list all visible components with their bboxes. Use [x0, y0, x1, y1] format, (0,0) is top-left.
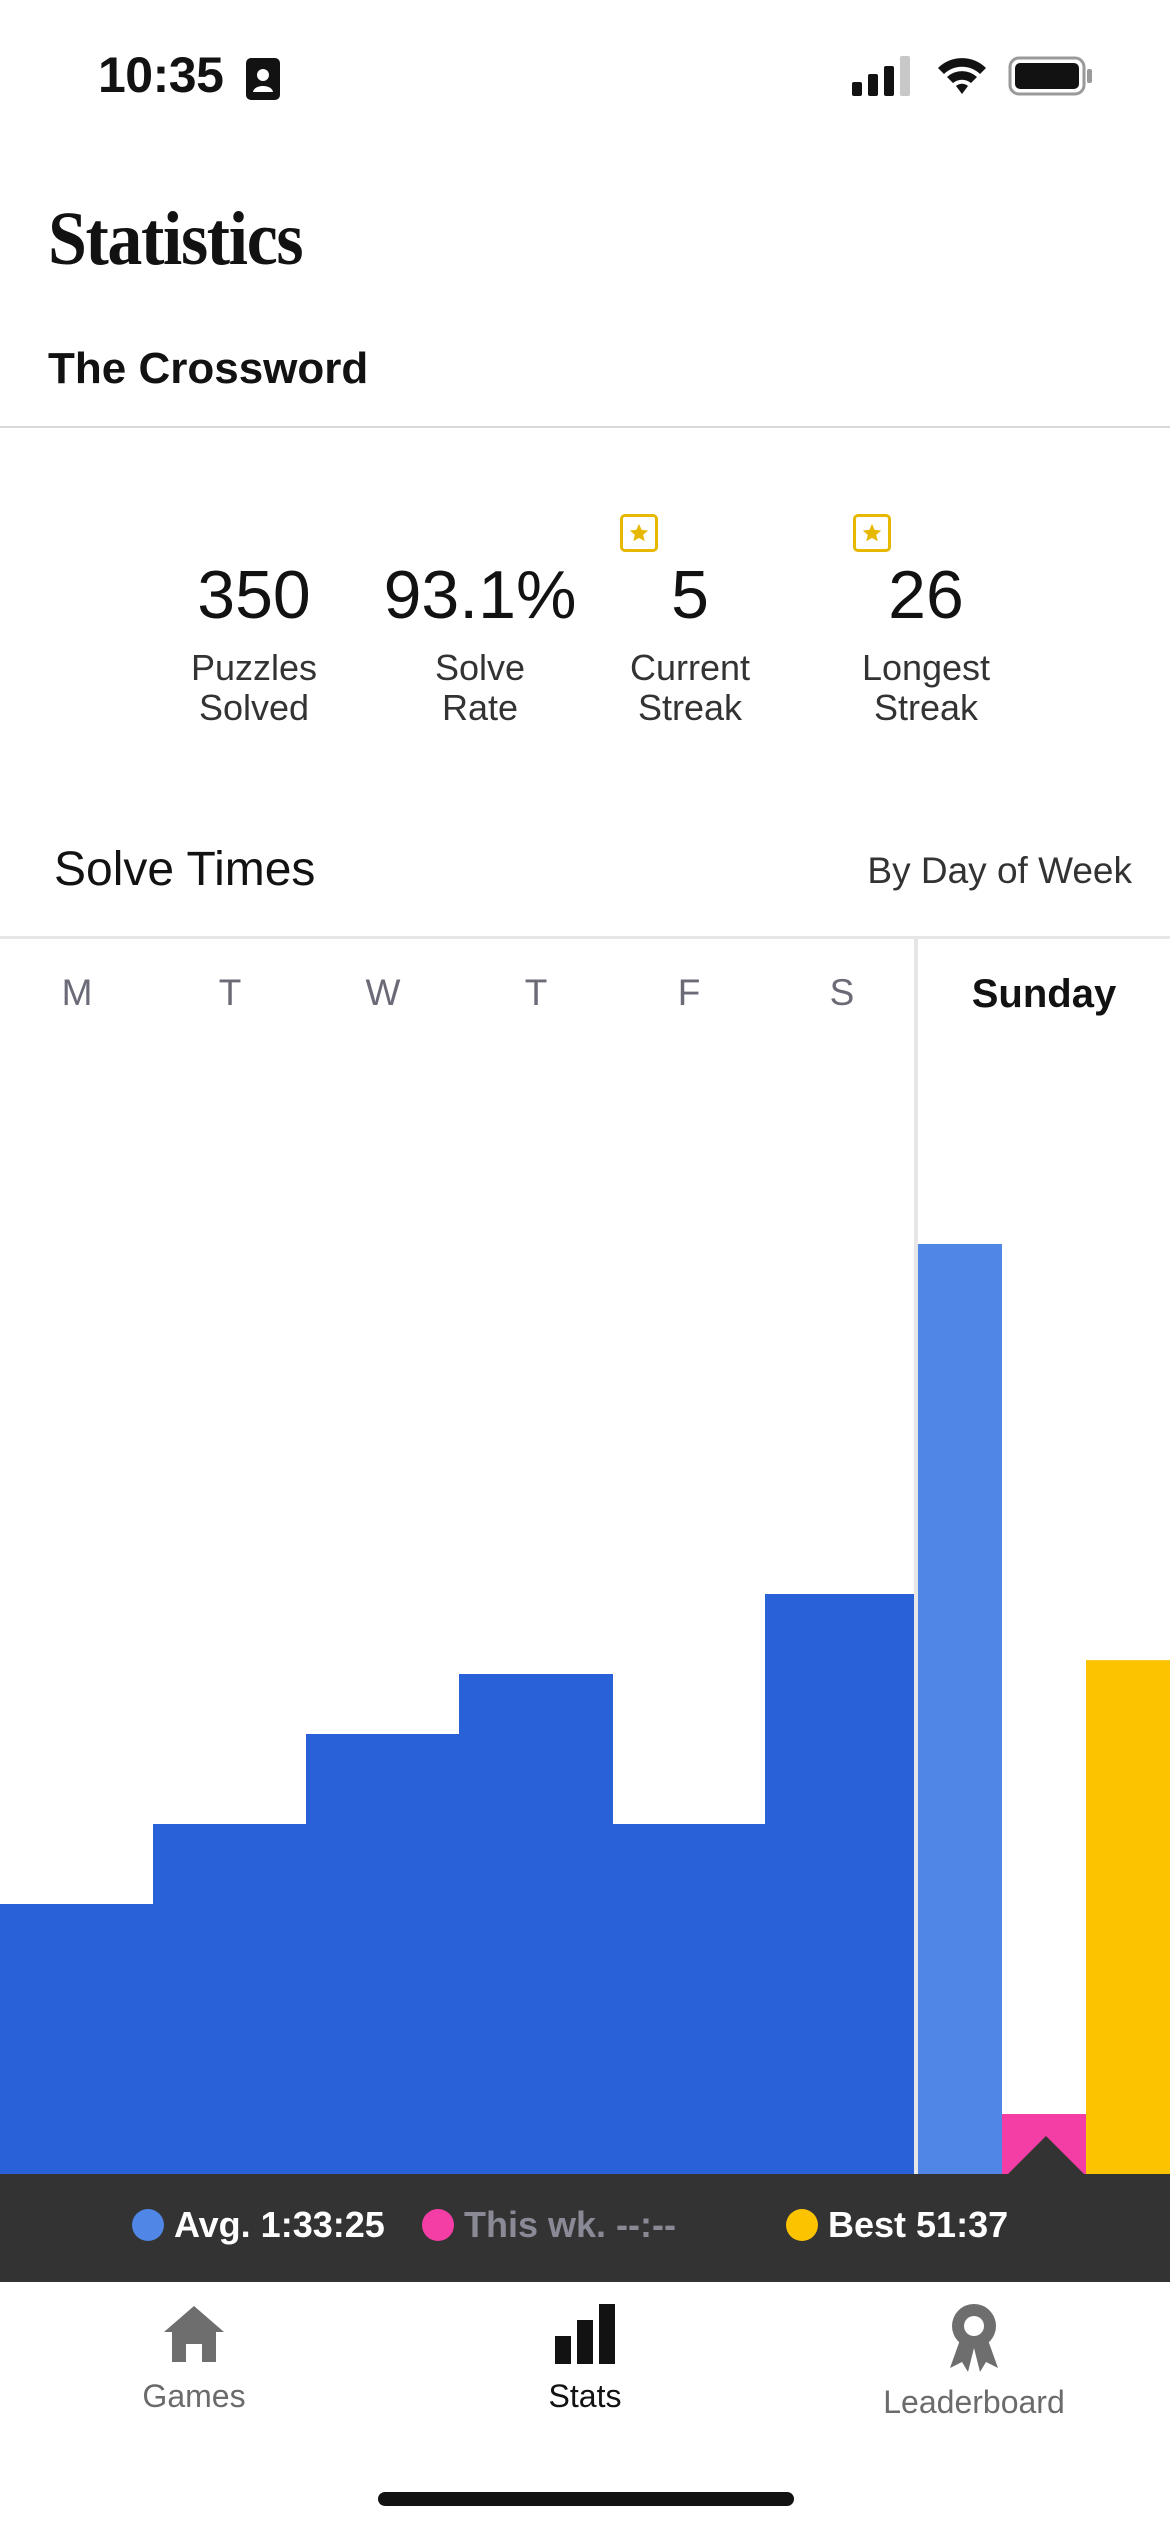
stat-current-streak: 5 Current Streak: [590, 560, 790, 728]
wifi-icon: [938, 58, 986, 94]
cellular-signal-icon: [852, 56, 910, 96]
status-time: 10:35: [98, 47, 224, 103]
tab-label: Stats: [548, 2378, 622, 2414]
legend-avg-label: Avg. 1:33:25: [174, 2204, 385, 2245]
selected-day-divider: [914, 936, 918, 2176]
game-name: The Crossword: [48, 344, 369, 393]
tab-label: Leaderboard: [883, 2384, 1065, 2420]
tab-label: Games: [142, 2378, 246, 2414]
bar-chart-icon: [555, 2304, 615, 2364]
bar-sunday-best: [1086, 1660, 1170, 2174]
legend-dot: [422, 2209, 454, 2241]
status-bar: 10:35: [0, 0, 1170, 150]
legend-this-week: This wk. --:--: [422, 2204, 676, 2246]
bar-sunday-avg: [918, 1244, 1002, 2174]
bar-w-2: [306, 1734, 460, 2174]
solve-times-filter[interactable]: By Day of Week: [867, 850, 1132, 892]
stat-label: Solve: [434, 647, 526, 688]
stat-label: Rate: [441, 687, 519, 728]
legend-best: Best 51:37: [786, 2204, 1008, 2246]
stat-value: 93.1%: [383, 557, 577, 633]
home-icon: [164, 2306, 224, 2362]
bar-f-4: [612, 1824, 766, 2174]
legend-best-label: Best 51:37: [828, 2204, 1009, 2245]
stat-puzzles-solved: 350 Puzzles Solved: [154, 560, 354, 728]
stat-value: 5: [671, 557, 709, 633]
solve-times-title: Solve Times: [54, 843, 316, 896]
solve-times-chart: [0, 1244, 1170, 2174]
star-icon: [853, 514, 891, 552]
contact-card-icon: [246, 58, 280, 100]
bar-m-0: [0, 1904, 154, 2174]
battery-icon: [1008, 56, 1092, 96]
stat-solve-rate: 93.1% Solve Rate: [380, 560, 580, 728]
bar-t-1: [153, 1824, 307, 2174]
bar-s-5: [765, 1594, 919, 2174]
home-indicator: [378, 2492, 794, 2506]
divider: [0, 426, 1170, 428]
selected-day-pointer: [1006, 2136, 1086, 2176]
page-title: Statistics: [48, 197, 304, 281]
stat-value: 26: [888, 557, 964, 633]
stat-label: Current: [629, 647, 751, 688]
star-icon: [620, 514, 658, 552]
bar-t-3: [459, 1674, 613, 2174]
stat-longest-streak: 26 Longest Streak: [826, 560, 1026, 728]
stat-value: 350: [197, 557, 311, 633]
ribbon-award-icon: [950, 2304, 998, 2372]
tab-leaderboard[interactable]: Leaderboard: [824, 2302, 1124, 2421]
stat-label: Solved: [198, 687, 310, 728]
stat-label: Longest: [861, 647, 991, 688]
tab-games[interactable]: Games: [44, 2302, 344, 2415]
stat-label: Streak: [637, 687, 743, 728]
stat-label: Streak: [873, 687, 979, 728]
tab-stats[interactable]: Stats: [435, 2302, 735, 2415]
legend-dot: [786, 2209, 818, 2241]
legend-dot: [132, 2209, 164, 2241]
stat-label: Puzzles: [190, 647, 318, 688]
legend-avg: Avg. 1:33:25: [132, 2204, 385, 2246]
legend-this-week-label: This wk. --:--: [464, 2204, 676, 2245]
